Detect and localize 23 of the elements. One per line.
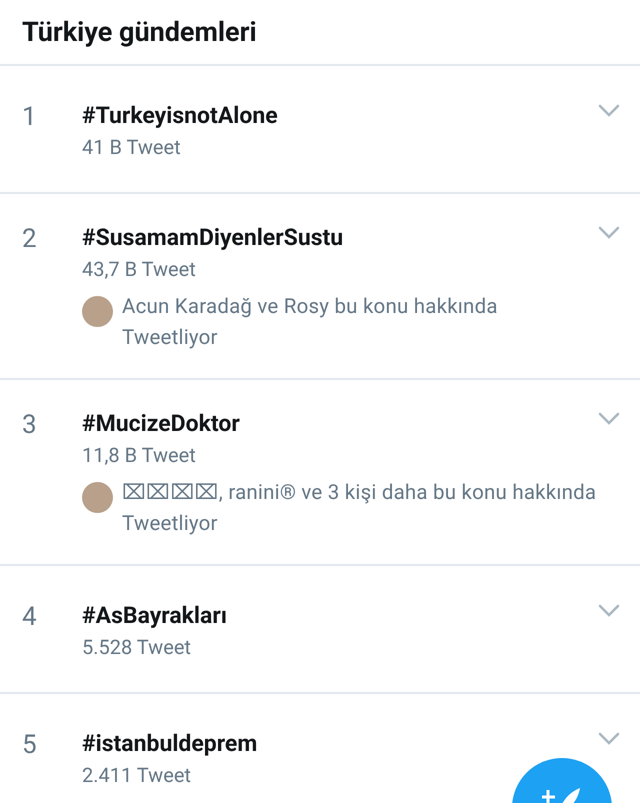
chevron-down-icon[interactable] [598,104,620,118]
trend-rank: 2 [22,223,38,256]
context-text: ⌧⌧⌧⌧, ranini® ve 3 kişi daha bu konu hakkında Tweetliyor [122,480,598,538]
section-title: Türkiye gündemleri [22,14,257,50]
tweet-count: 5.528 Tweet [82,634,191,661]
tweet-count: 2.411 Tweet [82,762,191,789]
chevron-down-icon[interactable] [598,732,620,746]
trend-hashtag[interactable]: #MucizeDoktor [82,408,240,440]
trend-rank: 4 [22,601,38,634]
trend-rank: 5 [22,729,38,762]
trend-hashtag[interactable]: #SusamamDiyenlerSustu [82,222,344,254]
trend-hashtag[interactable]: #TurkeyisnotAlone [82,100,278,132]
tweet-count: 41 B Tweet [82,134,181,161]
tweet-count: 43,7 B Tweet [82,256,196,283]
chevron-down-icon[interactable] [598,412,620,426]
tweet-count: 11,8 B Tweet [82,442,196,469]
trend-rank: 1 [22,101,38,134]
trend-hashtag[interactable]: #AsBayrakları [82,600,228,632]
chevron-down-icon[interactable] [598,604,620,618]
trend-hashtag[interactable]: #istanbuldeprem [82,728,258,760]
trend-rank: 3 [22,409,38,442]
chevron-down-icon[interactable] [598,226,620,240]
context-text: Acun Karadağ ve Rosy bu konu hakkında Tweetliyor [122,294,499,352]
